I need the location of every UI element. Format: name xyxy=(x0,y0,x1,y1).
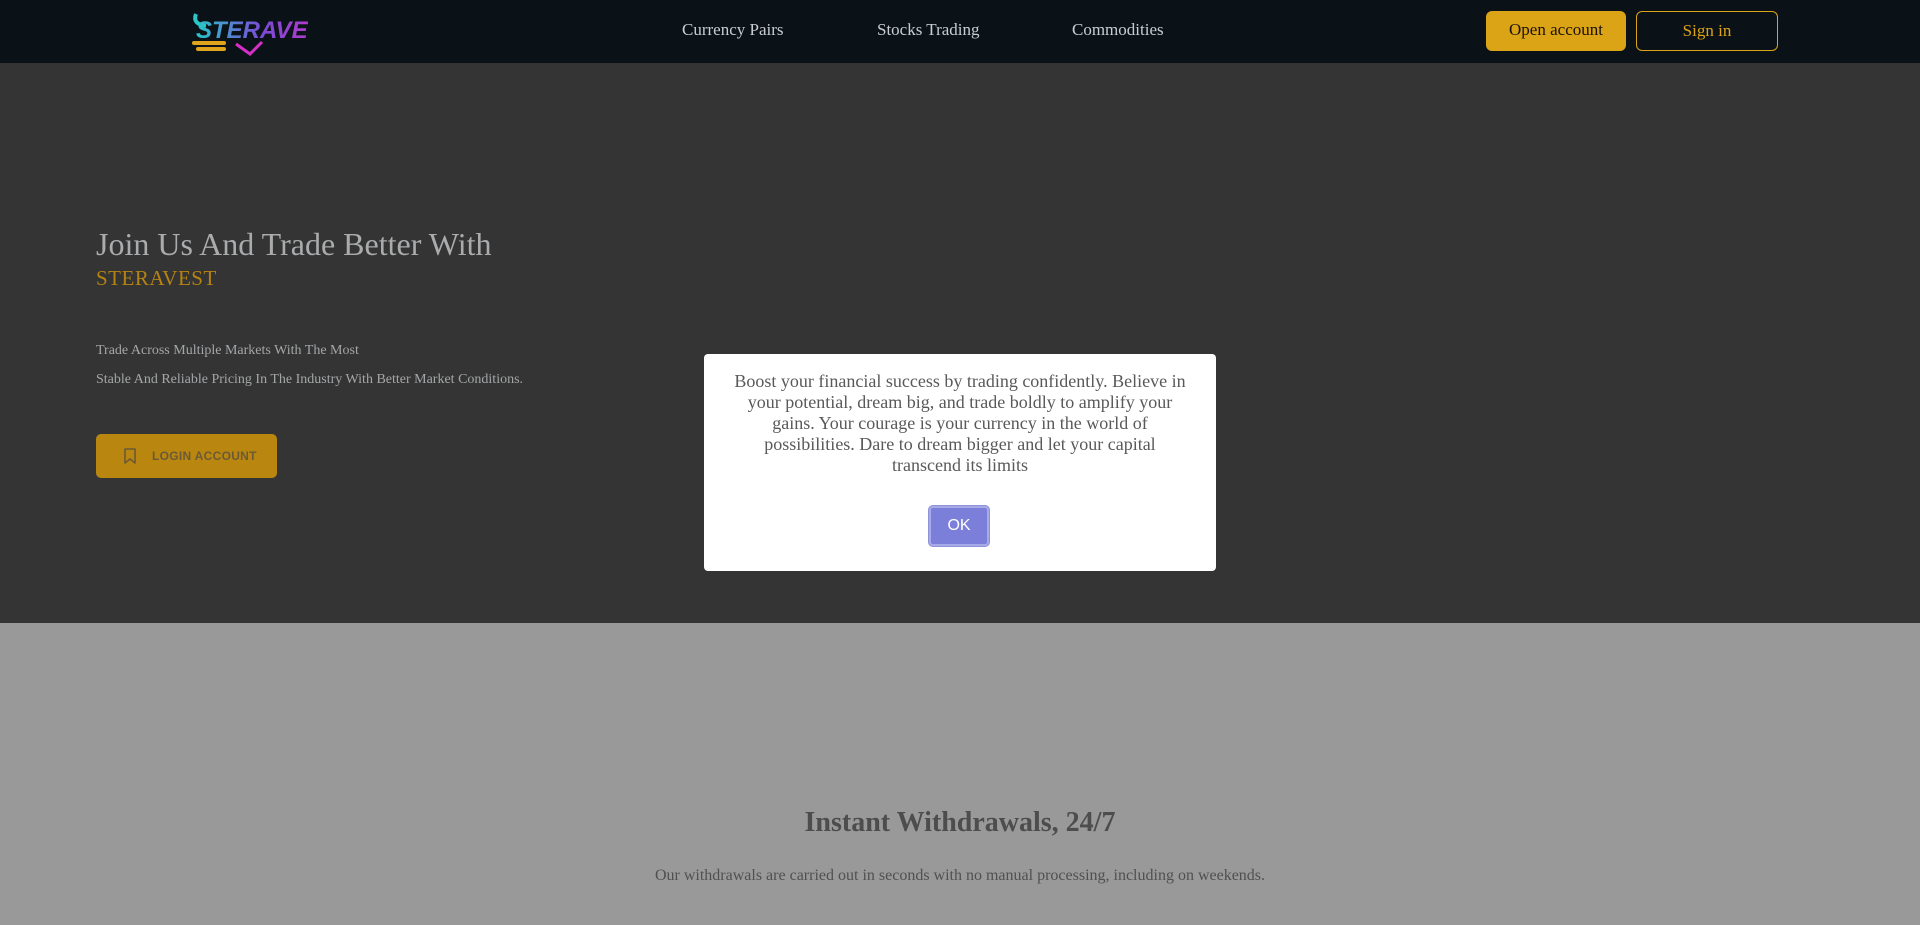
nav-commodities[interactable]: Commodities xyxy=(1072,20,1164,40)
open-account-button[interactable]: Open account xyxy=(1486,11,1626,51)
sign-in-button[interactable]: Sign in xyxy=(1636,11,1778,51)
top-navbar: STERAVEST Currency Pairs Stocks Trading … xyxy=(0,0,1920,63)
alert-message: Boost your financial success by trading … xyxy=(734,371,1186,475)
steravest-logo[interactable]: STERAVEST xyxy=(190,8,308,56)
withdrawals-section: Instant Withdrawals, 24/7 Our withdrawal… xyxy=(0,623,1920,925)
hero-description-line-2: Stable And Reliable Pricing In The Indus… xyxy=(96,372,524,387)
login-account-button[interactable]: LOGIN ACCOUNT xyxy=(96,434,277,478)
login-account-label: LOGIN ACCOUNT xyxy=(152,449,257,463)
withdrawals-title: Instant Withdrawals, 24/7 xyxy=(804,807,1116,838)
alert-dialog: Boost your financial success by trading … xyxy=(704,354,1216,571)
hero-title: Join Us And Trade Better With xyxy=(96,226,492,262)
withdrawals-subtitle: Our withdrawals are carried out in secon… xyxy=(654,867,1266,884)
nav-currency-pairs[interactable]: Currency Pairs xyxy=(682,20,784,40)
svg-text:STERAVEST: STERAVEST xyxy=(196,17,308,44)
bookmark-icon xyxy=(124,448,136,464)
hero-brand-name: STERAVEST xyxy=(96,266,217,290)
ok-button[interactable]: OK xyxy=(929,506,989,546)
hero-description-line-1: Trade Across Multiple Markets With The M… xyxy=(96,343,359,358)
nav-stocks-trading[interactable]: Stocks Trading xyxy=(877,20,980,40)
